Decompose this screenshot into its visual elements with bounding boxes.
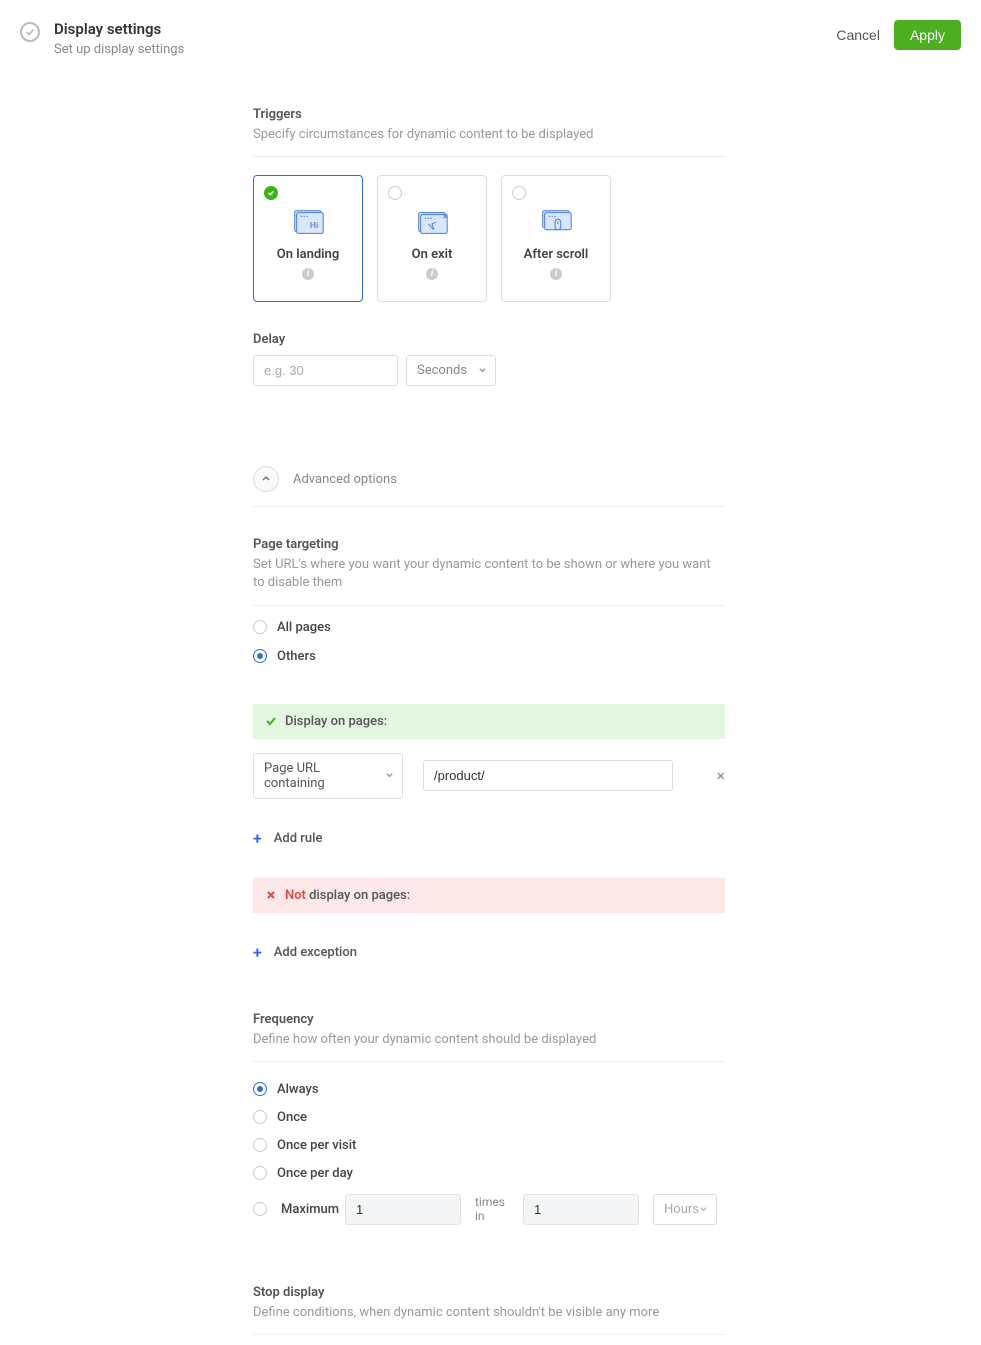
add-exception-label: Add exception [274, 945, 357, 960]
radio-icon [253, 620, 267, 634]
plus-icon: + [253, 829, 262, 848]
radio-label: Always [277, 1082, 319, 1097]
not-display-banner: Not display on pages: [253, 878, 725, 913]
trigger-label: After scroll [524, 247, 589, 262]
radio-label: Once per visit [277, 1138, 356, 1153]
radio-always[interactable]: Always [253, 1082, 725, 1097]
page-targeting-title: Page targeting [253, 537, 725, 552]
add-rule-button[interactable]: + Add rule [253, 829, 725, 848]
radio-label: Once per day [277, 1166, 353, 1181]
cancel-button[interactable]: Cancel [836, 27, 880, 43]
info-icon[interactable]: i [426, 268, 438, 280]
trigger-label: On exit [412, 247, 453, 262]
exit-icon [413, 205, 451, 235]
page-title: Display settings [54, 20, 836, 38]
stop-subtitle: Define conditions, when dynamic content … [253, 1304, 725, 1322]
radio-maximum[interactable]: Maximum times in Hours [253, 1194, 725, 1225]
max-unit-select[interactable]: Hours [653, 1194, 717, 1225]
max-period-input[interactable] [523, 1194, 639, 1225]
trigger-on-landing[interactable]: Hi On landing i [253, 175, 363, 302]
radio-label: Once [277, 1110, 307, 1125]
delay-input[interactable] [253, 355, 398, 386]
rule-type-value: Page URL containing [264, 761, 374, 791]
rule-type-select[interactable]: Page URL containing [253, 753, 403, 799]
landing-icon: Hi [289, 205, 327, 235]
times-in-label: times in [475, 1195, 509, 1224]
radio-label: All pages [277, 620, 331, 635]
page-subtitle: Set up display settings [54, 42, 836, 57]
advanced-label: Advanced options [293, 472, 397, 487]
frequency-subtitle: Define how often your dynamic content sh… [253, 1031, 725, 1049]
triggers-subtitle: Specify circumstances for dynamic conten… [253, 126, 725, 144]
delay-label: Delay [253, 332, 725, 347]
info-icon[interactable]: i [302, 268, 314, 280]
triggers-title: Triggers [253, 107, 725, 122]
radio-once[interactable]: Once [253, 1110, 725, 1125]
radio-once-per-visit[interactable]: Once per visit [253, 1138, 725, 1153]
radio-icon [253, 1166, 267, 1180]
radio-empty-icon [512, 186, 526, 200]
radio-icon [253, 1202, 267, 1216]
trigger-on-exit[interactable]: On exit i [377, 175, 487, 302]
radio-icon [253, 1082, 267, 1096]
check-icon [264, 186, 278, 200]
max-times-input[interactable] [345, 1194, 461, 1225]
delay-unit-value: Seconds [417, 363, 467, 378]
frequency-title: Frequency [253, 1012, 725, 1027]
add-rule-label: Add rule [274, 831, 323, 846]
chevron-down-icon [699, 1205, 708, 1214]
advanced-toggle-button[interactable] [253, 466, 279, 492]
radio-icon [253, 649, 267, 663]
stop-title: Stop display [253, 1285, 725, 1300]
radio-icon [253, 1138, 267, 1152]
chevron-down-icon [385, 771, 394, 780]
radio-icon [253, 1110, 267, 1124]
chevron-up-icon [261, 474, 271, 484]
check-icon [265, 715, 277, 727]
page-targeting-subtitle: Set URL's where you want your dynamic co… [253, 556, 725, 592]
close-icon [265, 889, 277, 901]
delay-unit-select[interactable]: Seconds [406, 355, 496, 386]
chevron-down-icon [478, 366, 487, 375]
trigger-label: On landing [277, 247, 339, 262]
rule-value-input[interactable] [423, 760, 673, 791]
not-rest-text: display on pages: [306, 888, 410, 903]
plus-icon: + [253, 943, 262, 962]
remove-rule-button[interactable]: × [716, 768, 725, 784]
trigger-after-scroll[interactable]: After scroll i [501, 175, 611, 302]
add-exception-button[interactable]: + Add exception [253, 943, 725, 962]
apply-button[interactable]: Apply [894, 20, 961, 50]
check-circle-icon [20, 22, 40, 42]
scroll-icon [537, 205, 575, 235]
radio-all-pages[interactable]: All pages [253, 620, 725, 635]
radio-empty-icon [388, 186, 402, 200]
radio-label: Others [277, 649, 316, 664]
info-icon[interactable]: i [550, 268, 562, 280]
svg-text:Hi: Hi [310, 221, 318, 231]
radio-once-per-day[interactable]: Once per day [253, 1166, 725, 1181]
not-text: Not [285, 888, 306, 903]
banner-text: Display on pages: [285, 714, 387, 729]
display-on-banner: Display on pages: [253, 704, 725, 739]
radio-others[interactable]: Others [253, 649, 725, 664]
